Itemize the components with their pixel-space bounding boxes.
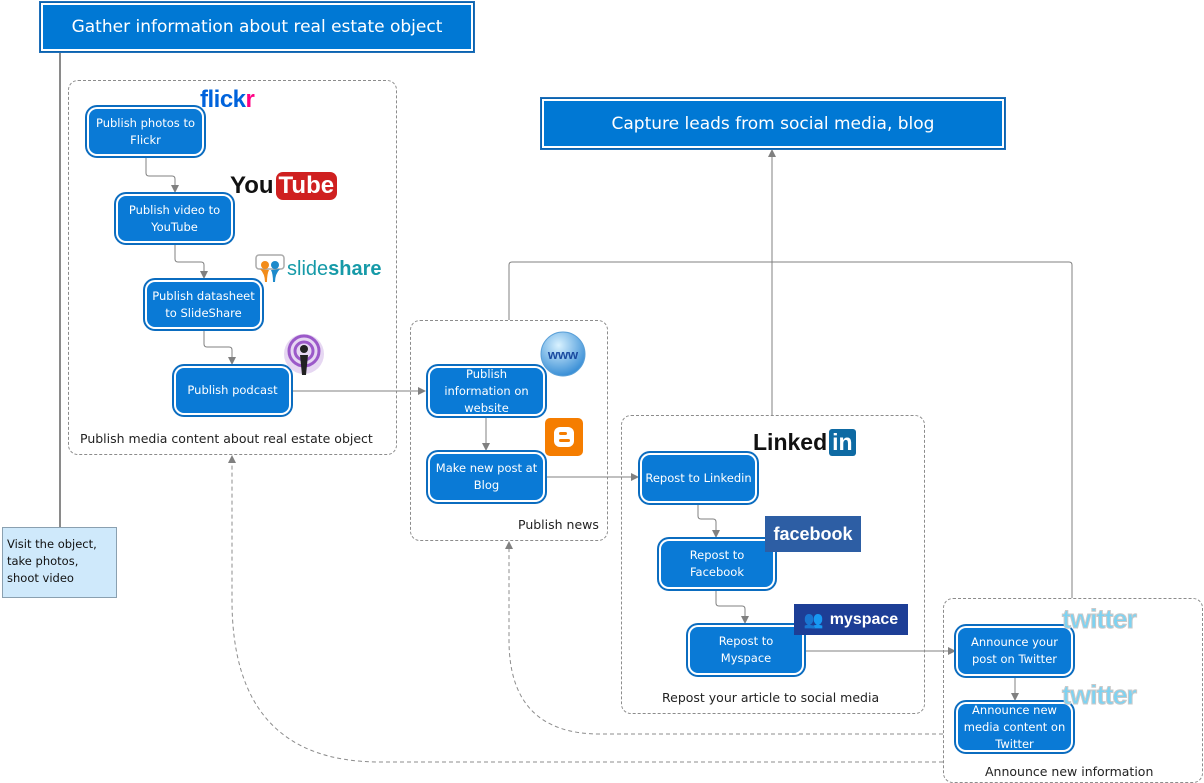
linkedin-logo-part2: in	[829, 429, 856, 456]
step-publish-video-youtube[interactable]: Publish video to YouTube	[116, 194, 233, 243]
twitter-logo-icon: twitter	[1062, 680, 1138, 711]
step-label: Publish information on website	[444, 366, 529, 415]
step-label: Announce your post on Twitter	[971, 635, 1058, 666]
step-label: Announce new media content on Twitter	[963, 702, 1066, 751]
step-publish-photos-flickr[interactable]: Publish photos to Flickr	[87, 107, 204, 156]
capture-leads-title-text: Capture leads from social media, blog	[611, 113, 935, 134]
step-repost-facebook[interactable]: Repost to Facebook	[659, 539, 775, 589]
step-label: Repost to Facebook	[689, 548, 745, 579]
group-repost-social-label: Repost your article to social media	[662, 690, 880, 705]
step-repost-myspace[interactable]: Repost to Myspace	[688, 625, 804, 675]
slideshare-people-icon	[255, 254, 285, 282]
step-label: Publish datasheet to SlideShare	[152, 288, 255, 320]
youtube-logo-part1: You	[230, 172, 274, 199]
slideshare-logo-part2: share	[328, 257, 382, 280]
youtube-logo-part2: Tube	[275, 172, 338, 200]
group-announce-label: Announce new information	[985, 764, 1154, 779]
step-announce-media-twitter[interactable]: Announce new media content on Twitter	[956, 702, 1073, 752]
step-label: Repost to Linkedin	[645, 470, 752, 485]
capture-leads-title[interactable]: Capture leads from social media, blog	[541, 98, 1005, 149]
myspace-people-icon: 👥	[803, 611, 824, 629]
linkedin-logo-icon: Linked in	[753, 429, 856, 456]
note-line: take photos,	[7, 554, 79, 568]
slideshare-logo-part1: slide	[287, 257, 329, 280]
note-line: Visit the object,	[7, 537, 97, 551]
facebook-logo-text: facebook	[773, 523, 853, 544]
visit-object-note[interactable]: Visit the object, take photos, shoot vid…	[2, 527, 117, 598]
www-text: www	[547, 347, 579, 362]
gather-information-title[interactable]: Gather information about real estate obj…	[40, 2, 474, 52]
www-globe-icon: www	[539, 330, 587, 378]
step-repost-linkedin[interactable]: Repost to Linkedin	[640, 453, 757, 503]
step-publish-website[interactable]: Publish information on website	[428, 366, 545, 416]
facebook-logo-icon: facebook	[765, 516, 861, 552]
step-publish-podcast[interactable]: Publish podcast	[174, 366, 291, 415]
twitter-logo-icon: twitter	[1062, 604, 1138, 635]
step-label: Repost to Myspace	[718, 634, 774, 665]
step-label: Publish podcast	[187, 383, 278, 397]
step-label: Publish photos to Flickr	[95, 115, 195, 147]
step-post-blog[interactable]: Make new post at Blog	[428, 452, 545, 502]
slideshare-logo-icon: slide share	[255, 254, 382, 284]
group-publish-news-label: Publish news	[518, 517, 599, 532]
twitter-logo-text: twitter	[1062, 604, 1138, 635]
step-announce-post-twitter[interactable]: Announce your post on Twitter	[956, 626, 1073, 676]
step-publish-datasheet-slideshare[interactable]: Publish datasheet to SlideShare	[145, 280, 262, 329]
myspace-logo-text: myspace	[829, 610, 899, 628]
flickr-logo-part1: flick	[200, 86, 246, 113]
blogger-icon	[545, 418, 583, 456]
podcast-icon	[283, 333, 325, 377]
youtube-logo-icon: You Tube	[230, 172, 338, 200]
group-publish-media-label: Publish media content about real estate …	[80, 431, 373, 446]
linkedin-logo-part1: Linked	[753, 429, 828, 455]
myspace-logo-icon: 👥 myspace	[794, 604, 908, 635]
step-label: Publish video to YouTube	[128, 202, 221, 234]
note-line: shoot video	[7, 571, 74, 585]
step-label: Make new post at Blog	[435, 461, 538, 492]
flickr-logo-icon: flick r	[200, 86, 255, 114]
twitter-logo-text: twitter	[1062, 680, 1138, 711]
gather-information-title-text: Gather information about real estate obj…	[71, 17, 443, 37]
flickr-logo-part2: r	[245, 86, 255, 113]
